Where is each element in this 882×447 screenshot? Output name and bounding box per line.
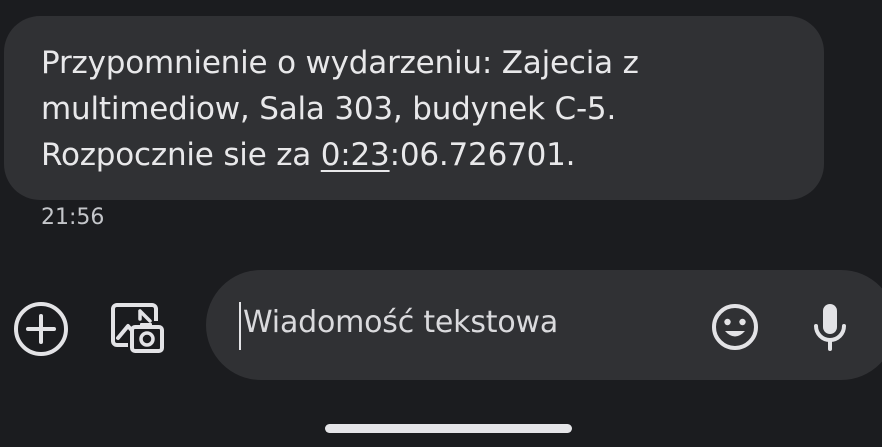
- message-line-1: Przypomnienie o wydarzeniu: Zajecia z: [41, 45, 639, 81]
- conversation-screen: Przypomnienie o wydarzeniu: Zajecia z mu…: [0, 0, 882, 447]
- message-line-3: Rozpocznie sie za 0:23:06.726701.: [41, 132, 788, 178]
- gallery-camera-icon: [111, 303, 164, 353]
- message-line-2: multimediow, Sala 303, budynek C-5.: [41, 91, 617, 127]
- message-text: Przypomnienie o wydarzeniu: Zajecia z mu…: [41, 40, 788, 178]
- message-line-3-prefix: Rozpocznie sie za: [41, 137, 321, 173]
- home-indicator[interactable]: [325, 424, 572, 433]
- time-link[interactable]: 0:23: [321, 137, 390, 173]
- message-timestamp: 21:56: [41, 205, 105, 230]
- microphone-button[interactable]: [808, 298, 852, 356]
- emoji-button[interactable]: [708, 300, 762, 354]
- emoji-icon: [712, 304, 758, 350]
- gallery-button[interactable]: [104, 294, 170, 360]
- compose-placeholder: Wiadomość tekstowa: [243, 305, 559, 340]
- text-cursor: [239, 302, 241, 350]
- message-bubble[interactable]: Przypomnienie o wydarzeniu: Zajecia z mu…: [4, 16, 824, 200]
- microphone-icon: [814, 304, 846, 351]
- message-line-3-suffix: :06.726701.: [389, 137, 576, 173]
- add-circle-icon: [14, 302, 68, 356]
- add-attachment-button[interactable]: [10, 298, 72, 360]
